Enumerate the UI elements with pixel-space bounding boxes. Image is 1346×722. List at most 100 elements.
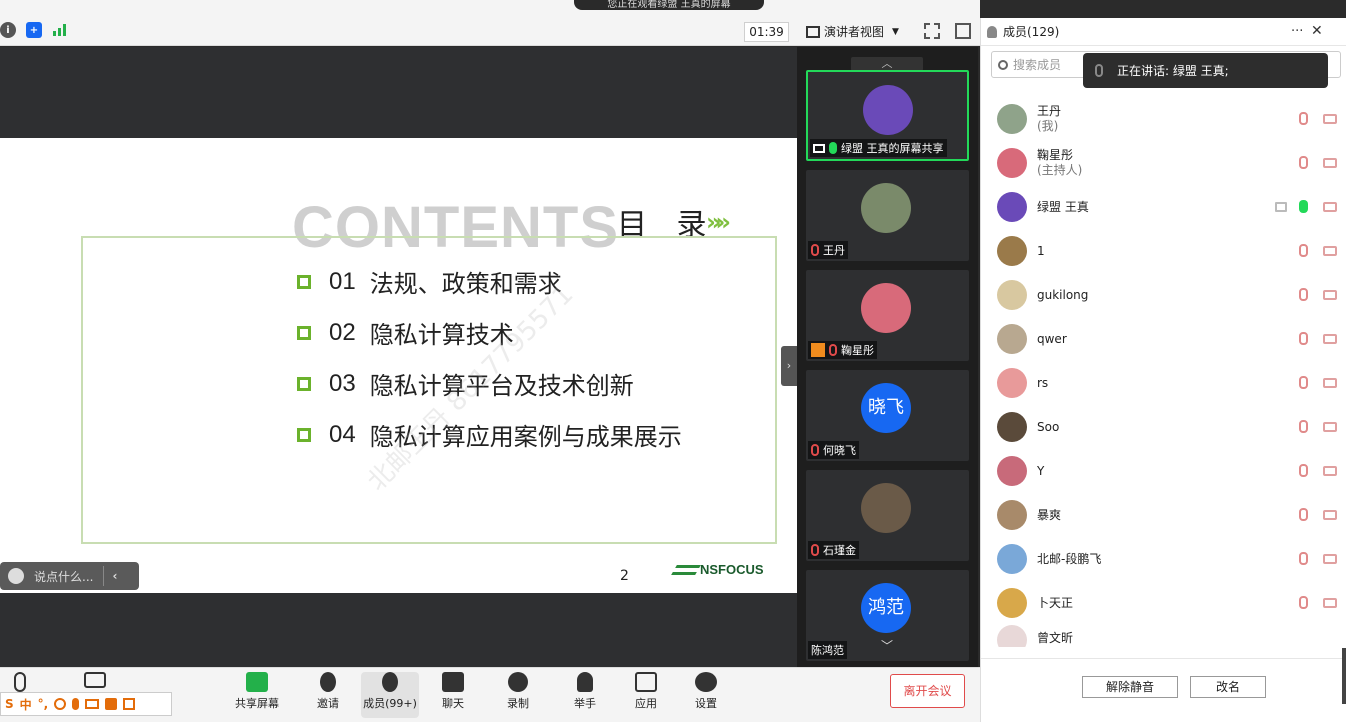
mic-muted-icon[interactable]: [1299, 156, 1308, 169]
emoji-icon[interactable]: [54, 698, 67, 710]
gear-icon: [695, 672, 717, 692]
close-icon[interactable]: ✕: [1311, 23, 1323, 39]
more-options-icon[interactable]: ···: [1291, 24, 1303, 39]
ime-punct[interactable]: °,: [38, 697, 49, 711]
toc-item: 04 隐私计算应用案例与成果展示: [297, 409, 682, 460]
member-row[interactable]: Soo: [981, 405, 1346, 449]
keyboard-icon[interactable]: [85, 699, 100, 709]
shield-icon[interactable]: +: [26, 22, 42, 38]
toolbox-icon[interactable]: [123, 698, 136, 710]
ime-toolbar[interactable]: S 中 °,: [0, 692, 172, 716]
bullet-square-icon: [297, 427, 311, 442]
members-panel: 成员(129) ··· ✕ 搜索成员 正在讲话: 绿盟 王真; 王丹 (我) 鞠星…: [980, 18, 1346, 722]
record-button[interactable]: 录制: [489, 672, 547, 711]
member-row[interactable]: 曾文昕: [981, 625, 1346, 647]
mic-muted-icon[interactable]: [1299, 552, 1308, 565]
camera-off-icon[interactable]: [1323, 114, 1337, 124]
member-row[interactable]: 北邮-段鹏飞: [981, 537, 1346, 581]
gallery-scroll-down-button[interactable]: ﹀: [851, 637, 923, 653]
camera-off-icon: [84, 672, 106, 688]
tile-name: 绿盟 王真的屏幕共享: [841, 142, 944, 155]
member-row[interactable]: rs: [981, 361, 1346, 405]
tile-name-tag: 石瑾金: [808, 541, 859, 559]
camera-off-icon[interactable]: [1323, 510, 1337, 520]
signal-icon[interactable]: [52, 22, 68, 38]
avatar: [997, 192, 1027, 222]
gallery-scroll-up-button[interactable]: ︿: [851, 57, 923, 71]
sidebar-toggle-icon[interactable]: [955, 23, 971, 39]
chat-input-pill[interactable]: 说点什么... ‹: [0, 562, 139, 590]
share-screen-button[interactable]: 共享屏幕: [228, 672, 286, 711]
member-row[interactable]: gukilong: [981, 273, 1346, 317]
chevron-left-icon[interactable]: ‹: [112, 569, 117, 583]
camera-off-icon[interactable]: [1323, 246, 1337, 256]
video-tile[interactable]: 鞠星彤: [806, 270, 969, 361]
camera-off-icon[interactable]: [1323, 202, 1337, 212]
avatar: 鸿范: [861, 583, 911, 633]
camera-off-icon[interactable]: [1323, 378, 1337, 388]
top-bar: 您正在观看绿盟 王真的屏幕 i + 01:39 演讲者视图 ▼: [0, 0, 980, 46]
camera-off-icon[interactable]: [1323, 422, 1337, 432]
collapse-gallery-button[interactable]: ›: [781, 346, 797, 386]
view-mode-button[interactable]: 演讲者视图 ▼: [806, 22, 910, 42]
ime-language[interactable]: 中: [20, 696, 32, 713]
video-tile[interactable]: 绿盟 王真的屏幕共享: [806, 70, 969, 161]
mic-muted-icon[interactable]: [1299, 596, 1308, 609]
emoji-icon[interactable]: [8, 568, 24, 584]
mic-muted-icon[interactable]: [1299, 376, 1308, 389]
camera-off-icon[interactable]: [1323, 290, 1337, 300]
mic-muted-icon[interactable]: [1299, 420, 1308, 433]
chat-placeholder[interactable]: 说点什么...: [34, 568, 93, 585]
member-row[interactable]: Y: [981, 449, 1346, 493]
voice-icon[interactable]: [72, 698, 80, 710]
mic-muted-icon[interactable]: [1299, 112, 1308, 125]
video-tile[interactable]: 晓飞 何晓飞: [806, 370, 969, 461]
rename-button[interactable]: 改名: [1190, 676, 1266, 698]
member-row[interactable]: 暴爽: [981, 493, 1346, 537]
members-button[interactable]: 成员(99+): [361, 672, 419, 718]
camera-off-icon[interactable]: [1323, 158, 1337, 168]
member-row[interactable]: 卜天正: [981, 581, 1346, 625]
video-button[interactable]: [70, 672, 120, 691]
invite-button[interactable]: 邀请: [299, 672, 357, 711]
unmute-all-button[interactable]: 解除静音: [1082, 676, 1178, 698]
info-icon[interactable]: i: [0, 22, 16, 38]
leave-meeting-button[interactable]: 离开会议: [890, 674, 965, 708]
camera-off-icon[interactable]: [1323, 554, 1337, 564]
raise-hand-button[interactable]: 举手: [556, 672, 614, 711]
settings-button[interactable]: 设置: [677, 672, 735, 711]
video-tile[interactable]: 石瑾金: [806, 470, 969, 561]
panel-title: 成员(129): [1003, 25, 1060, 39]
share-banner[interactable]: 您正在观看绿盟 王真的屏幕: [574, 0, 764, 10]
camera-off-icon[interactable]: [1323, 598, 1337, 608]
member-row[interactable]: 1: [981, 229, 1346, 273]
meeting-timer: 01:39: [744, 22, 789, 42]
avatar: [863, 85, 913, 135]
stage-bottom-letterbox: [0, 593, 797, 667]
mic-muted-icon[interactable]: [1299, 508, 1308, 521]
member-name: 卜天正: [1037, 595, 1074, 610]
fullscreen-icon[interactable]: [924, 23, 940, 39]
avatar: [861, 483, 911, 533]
mic-on-icon[interactable]: [1299, 200, 1308, 213]
mic-muted-icon[interactable]: [1299, 288, 1308, 301]
mic-muted-icon[interactable]: [1299, 244, 1308, 257]
camera-off-icon[interactable]: [1323, 466, 1337, 476]
video-tile[interactable]: 王丹: [806, 170, 969, 261]
camera-off-icon[interactable]: [1323, 334, 1337, 344]
mic-muted-icon: [14, 672, 26, 692]
toc-number: 01: [329, 267, 356, 295]
chat-button[interactable]: 聊天: [424, 672, 482, 711]
skin-icon[interactable]: [105, 698, 118, 710]
mic-muted-icon[interactable]: [1299, 464, 1308, 477]
member-list-scrollbar[interactable]: [1342, 648, 1346, 704]
avatar: [861, 283, 911, 333]
ime-logo-icon: S: [5, 697, 14, 711]
mic-muted-icon[interactable]: [1299, 332, 1308, 345]
chevrons-icon: »»: [706, 208, 731, 236]
member-row[interactable]: 绿盟 王真: [981, 185, 1346, 229]
apps-button[interactable]: 应用: [617, 672, 675, 711]
member-row[interactable]: qwer: [981, 317, 1346, 361]
member-row[interactable]: 鞠星彤 (主持人): [981, 141, 1346, 185]
member-row[interactable]: 王丹 (我): [981, 97, 1346, 141]
